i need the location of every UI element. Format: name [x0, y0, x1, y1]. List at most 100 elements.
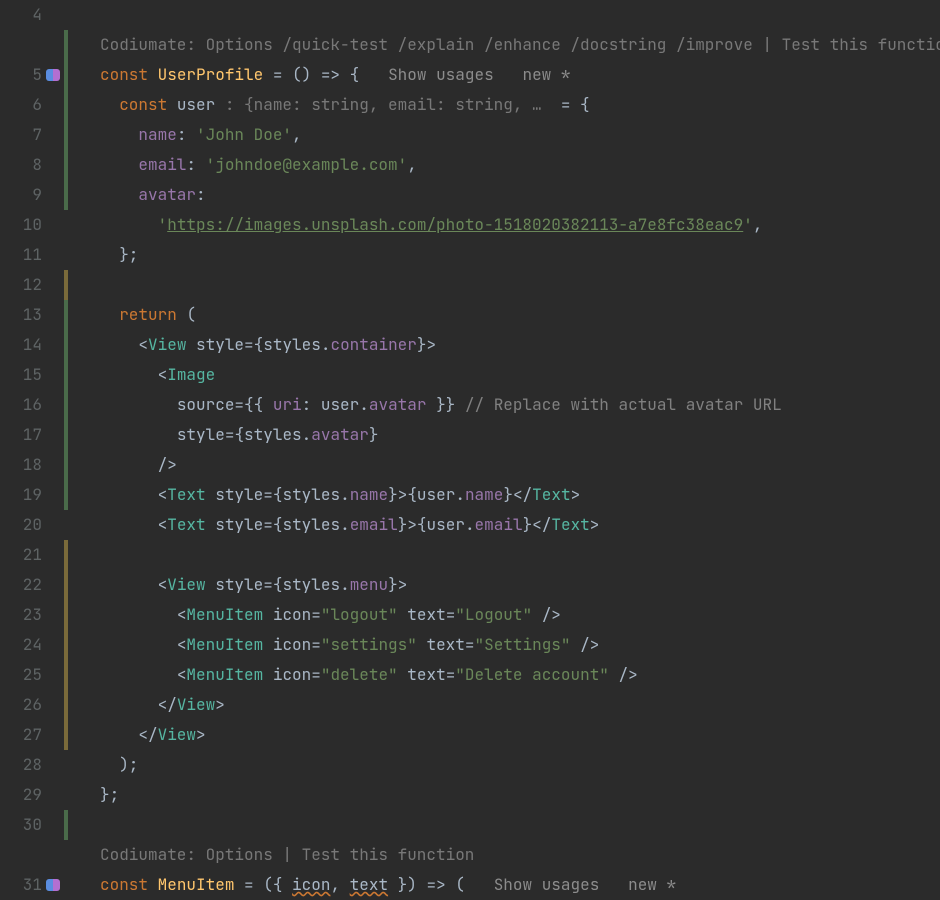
- token: }: [369, 424, 379, 445]
- token: :: [196, 184, 206, 205]
- string: ': [158, 214, 168, 235]
- vcs-change-marker[interactable]: [64, 270, 68, 300]
- code-line[interactable]: </View>: [100, 690, 940, 720]
- line-number[interactable]: 24: [0, 630, 42, 660]
- show-usages-hint[interactable]: Show usages: [388, 64, 494, 85]
- line-number[interactable]: 27: [0, 720, 42, 750]
- line-number[interactable]: 17: [0, 420, 42, 450]
- url-string[interactable]: https://images.unsplash.com/photo-151802…: [167, 214, 743, 235]
- line-number[interactable]: 11: [0, 240, 42, 270]
- param: icon: [292, 874, 330, 895]
- line-number[interactable]: 8: [0, 150, 42, 180]
- line-number[interactable]: 29: [0, 780, 42, 810]
- token: ,: [292, 124, 302, 145]
- line-number[interactable]: 12: [0, 270, 42, 300]
- property: name: [465, 484, 503, 505]
- code-line[interactable]: );: [100, 750, 940, 780]
- code-line[interactable]: style={styles.avatar}: [100, 420, 940, 450]
- token: ,: [407, 154, 417, 175]
- code-line[interactable]: [100, 270, 940, 300]
- line-number[interactable]: 28: [0, 750, 42, 780]
- code-line[interactable]: [100, 0, 940, 30]
- token: </: [158, 694, 177, 715]
- code-line[interactable]: <MenuItem icon="delete" text="Delete acc…: [100, 660, 940, 690]
- line-number[interactable]: 31: [0, 870, 42, 900]
- code-line[interactable]: const MenuItem = ({ icon, text }) => ( S…: [100, 870, 940, 900]
- line-number[interactable]: 23: [0, 600, 42, 630]
- token: >: [427, 334, 437, 355]
- token: <: [138, 334, 148, 355]
- token: = {: [551, 94, 589, 115]
- vcs-change-marker[interactable]: [64, 810, 68, 840]
- code-line[interactable]: source={{ uri: user.avatar }} // Replace…: [100, 390, 940, 420]
- line-number[interactable]: 26: [0, 690, 42, 720]
- line-number[interactable]: 10: [0, 210, 42, 240]
- line-number[interactable]: 4: [0, 0, 42, 30]
- code-line[interactable]: <Text style={styles.email}>{user.email}<…: [100, 510, 940, 540]
- code-line[interactable]: </View>: [100, 720, 940, 750]
- jsx-attr: icon: [273, 604, 311, 625]
- codiumate-hint[interactable]: Codiumate: Options | Test this function: [100, 840, 940, 870]
- vcs-change-marker[interactable]: [64, 540, 68, 750]
- code-editor[interactable]: 4 567891011121314151617181920212223242526…: [0, 0, 940, 900]
- property: menu: [350, 574, 388, 595]
- line-number[interactable]: 19: [0, 480, 42, 510]
- line-number[interactable]: 7: [0, 120, 42, 150]
- token: <: [158, 574, 168, 595]
- token: .: [455, 484, 465, 505]
- jsx-attr: icon: [273, 634, 311, 655]
- code-line[interactable]: <MenuItem icon="settings" text="Settings…: [100, 630, 940, 660]
- jsx-attr: style: [215, 484, 263, 505]
- jsx-attr: style: [177, 424, 225, 445]
- line-number[interactable]: 22: [0, 570, 42, 600]
- property: email: [138, 154, 186, 175]
- token: ,: [330, 874, 349, 895]
- code-line[interactable]: <Image: [100, 360, 940, 390]
- line-number[interactable]: 20: [0, 510, 42, 540]
- code-line[interactable]: const user : {name: string, email: strin…: [100, 90, 940, 120]
- code-line[interactable]: [100, 810, 940, 840]
- line-number[interactable]: 15: [0, 360, 42, 390]
- code-line[interactable]: />: [100, 450, 940, 480]
- vcs-change-marker[interactable]: [64, 30, 68, 210]
- line-number[interactable]: 14: [0, 330, 42, 360]
- code-line[interactable]: avatar:: [100, 180, 940, 210]
- property: uri: [273, 394, 302, 415]
- vcs-new-hint[interactable]: new *: [628, 874, 676, 895]
- vcs-change-marker[interactable]: [64, 300, 68, 510]
- code-line[interactable]: 'https://images.unsplash.com/photo-15180…: [100, 210, 940, 240]
- show-usages-hint[interactable]: Show usages: [494, 874, 600, 895]
- line-number[interactable]: 6: [0, 90, 42, 120]
- code-line[interactable]: <View style={styles.menu}>: [100, 570, 940, 600]
- code-line[interactable]: [100, 540, 940, 570]
- function-name: MenuItem: [158, 874, 235, 895]
- code-line[interactable]: };: [100, 780, 940, 810]
- gutter-spacer: [0, 30, 42, 60]
- token: = ({: [234, 874, 292, 895]
- line-number[interactable]: 30: [0, 810, 42, 840]
- code-line[interactable]: <Text style={styles.name}>{user.name}</T…: [100, 480, 940, 510]
- line-number[interactable]: 21: [0, 540, 42, 570]
- keyword: const: [100, 64, 148, 85]
- code-line[interactable]: return (: [100, 300, 940, 330]
- code-area[interactable]: Codiumate: Options /quick-test /explain …: [64, 0, 940, 900]
- code-line[interactable]: };: [100, 240, 940, 270]
- line-number[interactable]: 9: [0, 180, 42, 210]
- token: .: [465, 514, 475, 535]
- vcs-new-hint[interactable]: new *: [522, 64, 570, 85]
- line-number[interactable]: 25: [0, 660, 42, 690]
- line-number[interactable]: 13: [0, 300, 42, 330]
- line-number[interactable]: 16: [0, 390, 42, 420]
- gutter: 4 567891011121314151617181920212223242526…: [0, 0, 64, 900]
- codiumate-hint[interactable]: Codiumate: Options /quick-test /explain …: [100, 30, 940, 60]
- line-number[interactable]: 18: [0, 450, 42, 480]
- code-line[interactable]: email: 'johndoe@example.com',: [100, 150, 940, 180]
- code-line[interactable]: name: 'John Doe',: [100, 120, 940, 150]
- jsx-attr: text: [426, 634, 464, 655]
- code-line[interactable]: const UserProfile = () => { Show usages …: [100, 60, 940, 90]
- line-number[interactable]: 5: [0, 60, 42, 90]
- jsx-tag: Text: [167, 484, 205, 505]
- code-line[interactable]: <View style={styles.container}>: [100, 330, 940, 360]
- jsx-tag: Text: [167, 514, 205, 535]
- code-line[interactable]: <MenuItem icon="logout" text="Logout" />: [100, 600, 940, 630]
